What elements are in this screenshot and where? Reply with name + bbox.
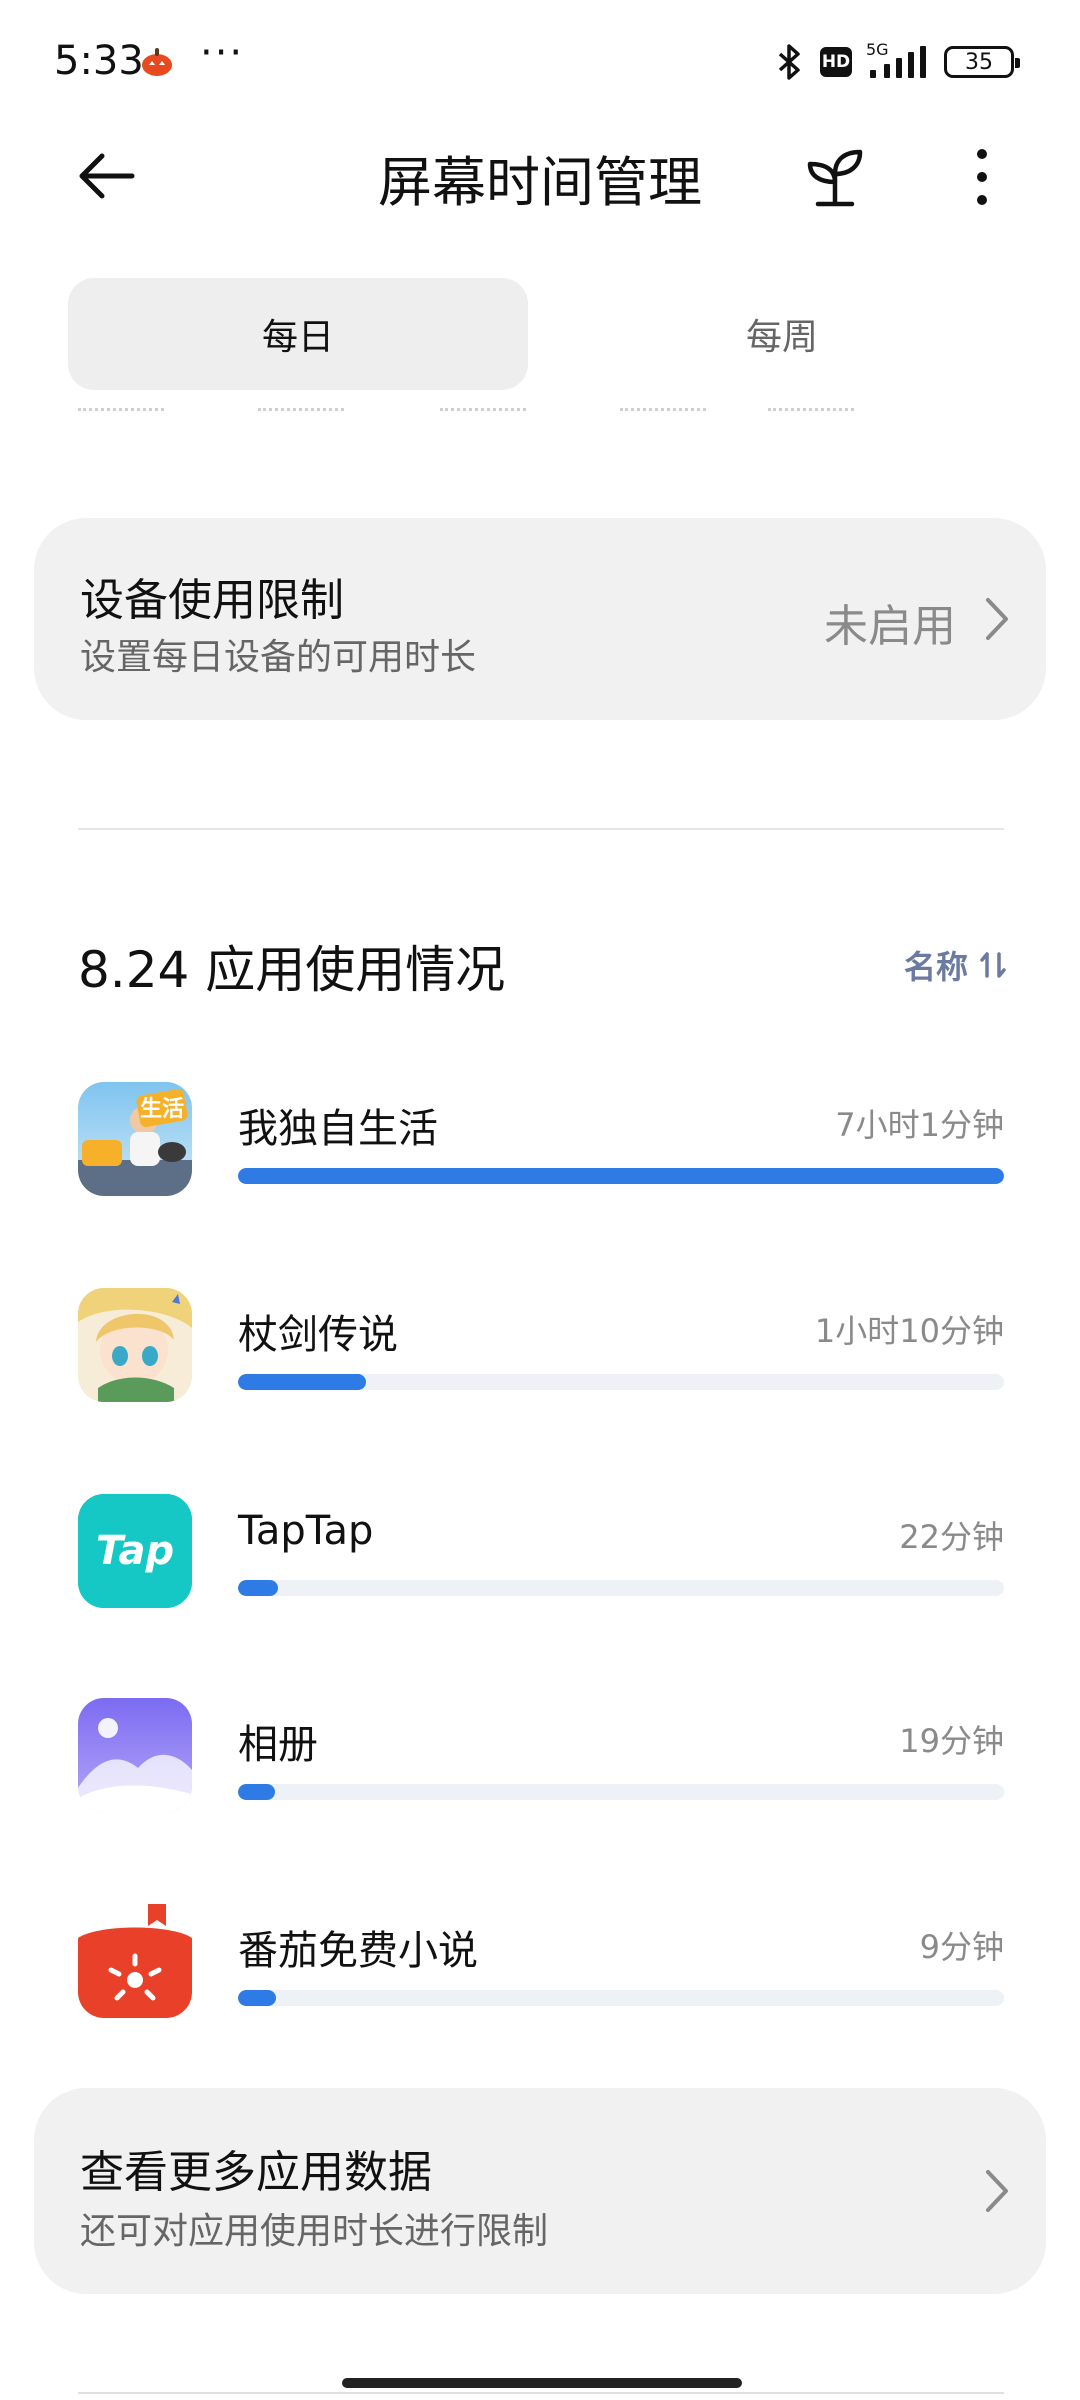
usage-bar-track [238,1784,1004,1800]
gallery-app-icon [78,1698,192,1812]
home-indicator[interactable] [342,2378,742,2388]
more-app-data-title: 查看更多应用数据 [80,2147,432,2198]
app-name: 相册 [238,1722,318,1768]
taptap-logo-text: Tap [96,1528,174,1574]
app-usage-time: 9分钟 [919,1928,1004,1966]
status-time: 5:33 [54,38,144,84]
chevron-right-icon [986,598,1008,640]
app-usage-time: 7小时1分钟 [835,1106,1004,1144]
network-type-label: 5G [866,40,889,59]
tab-weekly[interactable]: 每周 [552,278,1012,390]
status-more-icon: ··· [200,30,245,76]
section-divider [78,828,1004,830]
app-row-wo-du-zi-sheng-huo[interactable]: 生活 我独自生活 7小时1分钟 [78,1082,1004,1212]
status-icons: HD 5G 35 [772,40,1020,84]
sort-label: 名称 [903,948,968,986]
life-game-app-icon: 生活 [78,1082,192,1196]
app-usage-time: 22分钟 [899,1518,1004,1556]
more-app-data-card[interactable]: 查看更多应用数据 还可对应用使用时长进行限制 [34,2088,1046,2294]
more-app-data-subtitle: 还可对应用使用时长进行限制 [80,2211,549,2252]
bottom-divider [78,2392,1004,2394]
more-options-icon[interactable] [952,144,1012,210]
signal-icon: 5G [866,40,930,80]
app-name: 我独自生活 [238,1106,438,1152]
staff-sword-legend-app-icon [78,1288,192,1402]
battery-icon: 35 [944,46,1020,78]
chevron-right-icon [986,2170,1008,2212]
header: 屏幕时间管理 [0,126,1080,226]
period-tabs: 每日 每周 [68,278,1012,390]
usage-bar-fill [238,1168,1004,1184]
sort-by-name-button[interactable]: 名称 [904,942,1006,988]
app-row-taptap[interactable]: Tap TapTap 22分钟 [78,1494,1004,1624]
app-usage-time: 19分钟 [899,1722,1004,1760]
bluetooth-icon [778,44,800,80]
app-usage-time: 1小时10分钟 [814,1312,1004,1350]
app-name: 番茄免费小说 [238,1928,478,1974]
app-name: 杖剑传说 [238,1312,398,1358]
device-limit-card[interactable]: 设备使用限制 设置每日设备的可用时长 未启用 [34,518,1046,720]
status-bar: 5:33 ··· HD 5G 35 [0,0,1080,126]
usage-bar-track [238,1374,1004,1390]
usage-bar-fill [238,1990,277,2006]
usage-bar-track [238,1580,1004,1596]
usage-bar-fill [238,1580,278,1596]
page-title: 屏幕时间管理 [378,151,702,214]
device-limit-subtitle: 设置每日设备的可用时长 [80,637,477,678]
tab-daily[interactable]: 每日 [68,278,528,390]
chart-axis-remnant [68,408,948,420]
app-row-zhang-jian-chuan-shuo[interactable]: 杖剑传说 1小时10分钟 [78,1288,1004,1418]
life-game-logo-text: 生活 [140,1097,184,1122]
device-limit-status: 未启用 [824,601,956,652]
usage-bar-track [238,1990,1004,2006]
tomato-novel-app-icon [78,1904,192,2018]
usage-section-title: 8.24 应用使用情况 [78,941,506,999]
usage-bar-track [238,1168,1004,1184]
sprout-icon[interactable] [800,144,870,210]
app-name: TapTap [238,1508,374,1554]
app-row-gallery[interactable]: 相册 19分钟 [78,1698,1004,1828]
usage-bar-fill [238,1784,275,1800]
device-limit-title: 设备使用限制 [80,575,344,626]
sort-icon [980,952,1006,978]
hd-icon: HD [820,47,852,77]
app-row-fanqie-novel[interactable]: 番茄免费小说 9分钟 [78,1904,1004,2034]
pumpkin-notification-icon [142,48,172,76]
usage-bar-fill [238,1374,366,1390]
taptap-app-icon: Tap [78,1494,192,1608]
